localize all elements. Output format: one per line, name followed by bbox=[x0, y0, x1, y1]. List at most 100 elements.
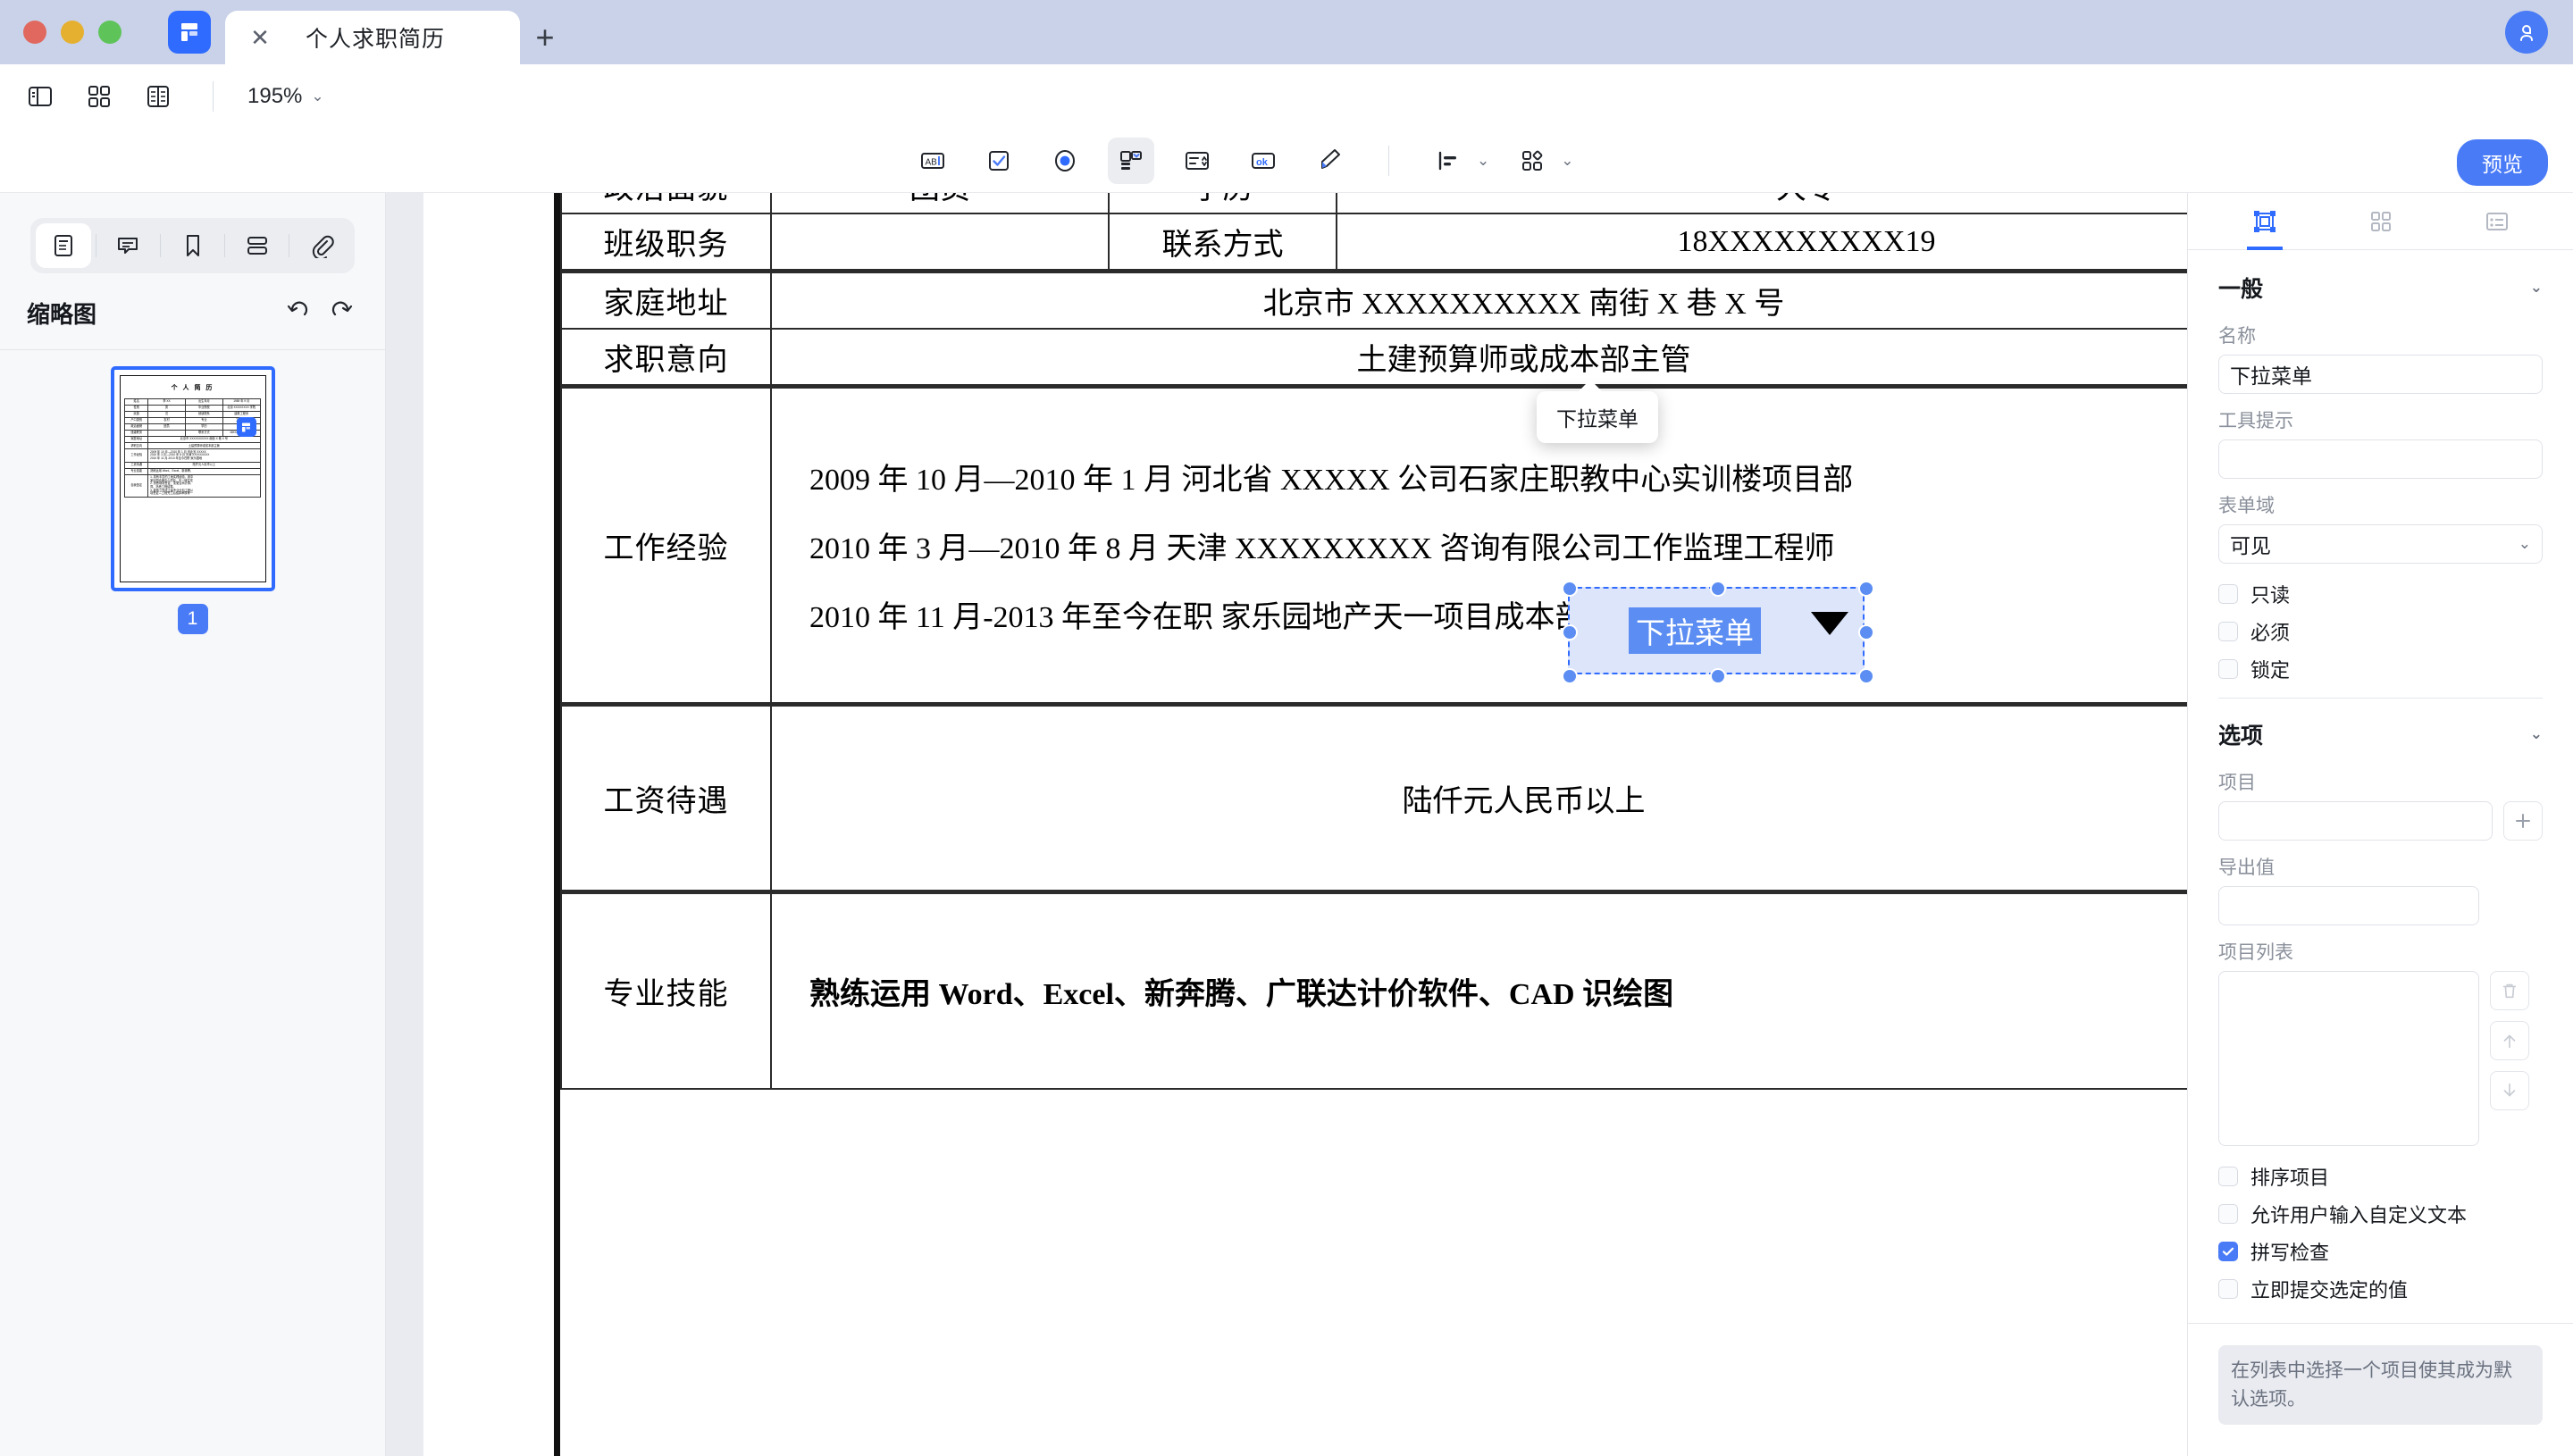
user-avatar[interactable] bbox=[2505, 11, 2548, 54]
cell-political-value: 团员 bbox=[770, 193, 1110, 214]
close-window-button[interactable] bbox=[23, 21, 46, 44]
pdf-page[interactable]: 户口类别 农村 专业 工程造价 政治面貌 团员 学历 大专 班级职务 联系方式 … bbox=[423, 193, 2187, 1456]
distribute-tools[interactable]: ⌄ bbox=[1509, 138, 1574, 184]
resize-handle-se[interactable] bbox=[1858, 668, 1874, 684]
list-tab[interactable] bbox=[2484, 193, 2510, 250]
sidebar-item-bookmark[interactable] bbox=[165, 223, 221, 268]
dropdown-arrow-icon[interactable] bbox=[1811, 612, 1848, 635]
spellcheck-checkbox[interactable]: 拼写检查 bbox=[2218, 1237, 2543, 1266]
zoom-level-label: 195% bbox=[247, 84, 303, 108]
table-row: 工作经验 2009 年 10 月—2010 年 1 月 河北省 XXXXX 20… bbox=[124, 448, 261, 463]
options-section-header[interactable]: 选项 ⌄ bbox=[2218, 709, 2543, 756]
signature-field-icon[interactable] bbox=[1306, 138, 1353, 184]
item-list-box[interactable] bbox=[2218, 971, 2479, 1146]
sidebar-item-thumbnail[interactable] bbox=[36, 223, 91, 268]
page-layout-icon[interactable] bbox=[138, 76, 179, 117]
page-thumbnail-1[interactable]: 个 人 简 历 姓名李 XX 出生年月 1989 年 9 月 性别男毕业院校 北京 X… bbox=[110, 366, 275, 591]
chevron-down-icon[interactable]: ⌄ bbox=[311, 88, 323, 105]
general-section-title: 一般 bbox=[2218, 277, 2264, 302]
formfield-select[interactable]: 可见 ⌄ bbox=[2218, 524, 2543, 564]
primary-toolbar: 195% ⌄ 编辑 标记 表单 安全性 工具 批量 ⌄ bbox=[0, 64, 2573, 181]
distribute-icon[interactable] bbox=[1509, 138, 1555, 184]
chevron-down-icon[interactable]: ⌄ bbox=[2530, 279, 2543, 297]
delete-item-button[interactable] bbox=[2490, 971, 2529, 1010]
export-value-input[interactable] bbox=[2218, 886, 2479, 925]
checkbox-box[interactable] bbox=[2218, 1204, 2238, 1224]
resize-handle-n[interactable] bbox=[1710, 581, 1726, 597]
cell-contact-value: 18XXXXXXXXX19 bbox=[1336, 213, 2187, 272]
locked-checkbox[interactable]: 锁定 bbox=[2218, 655, 2543, 683]
sidebar-divider bbox=[224, 234, 226, 257]
thumbnail-mini-table: 姓名李 XX 出生年月 1989 年 9 月 性别男毕业院校 北京 XXXXXXXX … bbox=[124, 397, 261, 498]
form-toolbar: AB ok ⌄ ⌄ 预览 bbox=[0, 129, 2573, 193]
minimize-window-button[interactable] bbox=[61, 21, 84, 44]
chevron-down-icon[interactable]: ⌄ bbox=[1561, 152, 1573, 170]
align-icon[interactable] bbox=[1425, 138, 1471, 184]
plus-icon bbox=[2516, 814, 2530, 828]
checkbox-box[interactable] bbox=[2218, 622, 2238, 641]
checkbox-box[interactable] bbox=[2218, 1242, 2238, 1261]
list-box-field-icon[interactable] bbox=[1174, 138, 1220, 184]
cell-contact-label: 联系方式 bbox=[1108, 213, 1337, 272]
document-viewport[interactable]: 户口类别 农村 专业 工程造价 政治面貌 团员 学历 大专 班级职务 联系方式 … bbox=[386, 193, 2187, 1456]
align-tools[interactable]: ⌄ bbox=[1425, 138, 1489, 184]
appearance-tab[interactable] bbox=[2368, 193, 2394, 250]
sidebar-toggle-icon[interactable] bbox=[20, 76, 61, 117]
rotate-left-icon[interactable] bbox=[285, 297, 312, 329]
resize-handle-nw[interactable] bbox=[1562, 581, 1578, 597]
radio-button-field-icon[interactable] bbox=[1042, 138, 1088, 184]
custom-text-checkbox[interactable]: 允许用户输入自定义文本 bbox=[2218, 1200, 2543, 1228]
sidebar-item-comment[interactable] bbox=[100, 223, 155, 268]
thumb-exp-line: 2010 年 11 月-2013 年至今在职 家乐园地 bbox=[150, 456, 203, 460]
sidebar-tab-strip bbox=[30, 218, 355, 273]
sidebar-item-attachment[interactable] bbox=[294, 223, 349, 268]
experience-line: 2010 年 11 月-2013 年至今在职 家乐园地产天一项目成本部土建预算工… bbox=[809, 601, 1798, 634]
name-input[interactable] bbox=[2218, 355, 2543, 394]
field-properties-tab[interactable] bbox=[2251, 193, 2278, 250]
required-checkbox[interactable]: 必须 bbox=[2218, 617, 2543, 646]
table-row: 班级职务 联系方式 18XXXXXXXXX19 bbox=[560, 213, 2187, 272]
add-item-button[interactable] bbox=[2503, 801, 2543, 841]
zoom-control[interactable]: 195% ⌄ bbox=[247, 84, 324, 109]
dropdown-field-icon[interactable] bbox=[1108, 138, 1154, 184]
sort-items-checkbox[interactable]: 排序项目 bbox=[2218, 1162, 2543, 1191]
tab-close-icon[interactable]: ✕ bbox=[245, 22, 275, 53]
locked-label: 锁定 bbox=[2250, 659, 2291, 682]
checkbox-box[interactable] bbox=[2218, 1279, 2238, 1299]
commit-immediately-checkbox[interactable]: 立即提交选定的值 bbox=[2218, 1275, 2543, 1303]
resize-handle-w[interactable] bbox=[1562, 624, 1578, 640]
general-checkbox-group: 只读 必须 锁定 bbox=[2218, 580, 2543, 683]
text-field-icon[interactable]: AB bbox=[909, 138, 956, 184]
required-label: 必须 bbox=[2250, 622, 2291, 644]
resize-handle-ne[interactable] bbox=[1858, 581, 1874, 597]
chevron-down-icon[interactable]: ⌄ bbox=[1477, 152, 1489, 170]
new-tab-button[interactable]: + bbox=[520, 11, 570, 64]
sidebar-item-layout[interactable] bbox=[230, 223, 285, 268]
resize-handle-sw[interactable] bbox=[1562, 668, 1578, 684]
table-row: 姓名李 XX 出生年月 1989 年 9 月 bbox=[124, 397, 261, 406]
readonly-checkbox[interactable]: 只读 bbox=[2218, 580, 2543, 608]
sidebar-divider bbox=[159, 234, 161, 257]
item-input[interactable] bbox=[2218, 801, 2493, 841]
preview-button[interactable]: 预览 bbox=[2457, 139, 2548, 186]
checkbox-box[interactable] bbox=[2218, 659, 2238, 679]
checkbox-box[interactable] bbox=[2218, 1167, 2238, 1186]
move-item-down-button[interactable] bbox=[2490, 1071, 2529, 1110]
resize-handle-e[interactable] bbox=[1858, 624, 1874, 640]
checkbox-box[interactable] bbox=[2218, 584, 2238, 604]
selected-dropdown-field[interactable]: 下拉菜单 bbox=[1562, 581, 1874, 684]
tooltip-input[interactable] bbox=[2218, 439, 2543, 479]
resize-handle-s[interactable] bbox=[1710, 668, 1726, 684]
chevron-down-icon[interactable]: ⌄ bbox=[2530, 725, 2543, 743]
push-button-field-icon[interactable]: ok bbox=[1240, 138, 1286, 184]
move-item-up-button[interactable] bbox=[2490, 1021, 2529, 1060]
document-tab[interactable]: ✕ 个人求职简历 bbox=[225, 11, 520, 64]
rotate-right-icon[interactable] bbox=[328, 297, 355, 329]
grid-view-icon[interactable] bbox=[79, 76, 120, 117]
table-row: 性别男毕业院校 北京 XXXXXXXX 学院 bbox=[124, 405, 261, 413]
general-section-header[interactable]: 一般 ⌄ bbox=[2218, 263, 2543, 309]
checkbox-field-icon[interactable] bbox=[976, 138, 1022, 184]
chevron-down-icon[interactable]: ⌄ bbox=[2519, 535, 2531, 553]
thumbnail-page-number[interactable]: 1 bbox=[177, 604, 208, 634]
maximize-window-button[interactable] bbox=[98, 21, 122, 44]
